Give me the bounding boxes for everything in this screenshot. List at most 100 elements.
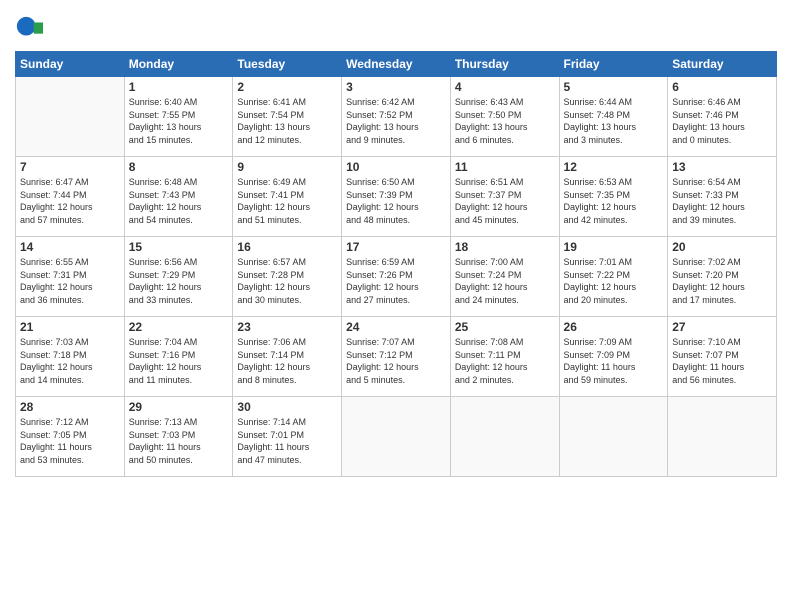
day-content: Sunrise: 6:44 AM Sunset: 7:48 PM Dayligh… xyxy=(564,96,664,146)
day-number: 24 xyxy=(346,320,446,334)
day-number: 27 xyxy=(672,320,772,334)
table-row: 20 Sunrise: 7:02 AM Sunset: 7:20 PM Dayli… xyxy=(668,237,777,317)
table-row: 12Sunrise: 6:53 AM Sunset: 7:35 PM Dayli… xyxy=(559,157,668,237)
day-number: 7 xyxy=(20,160,120,174)
table-row: 13 Sunrise: 6:54 AM Sunset: 7:33 PM Dayli… xyxy=(668,157,777,237)
day-content: Sunrise: 7:10 AM Sunset: 7:07 PM Dayligh… xyxy=(672,336,772,386)
day-content: Sunrise: 6:42 AM Sunset: 7:52 PM Dayligh… xyxy=(346,96,446,146)
day-number: 13 xyxy=(672,160,772,174)
table-row: 3 Sunrise: 6:42 AM Sunset: 7:52 PM Daylig… xyxy=(342,77,451,157)
day-content: Sunrise: 7:06 AM Sunset: 7:14 PM Dayligh… xyxy=(237,336,337,386)
table-row: 27 Sunrise: 7:10 AM Sunset: 7:07 PM Dayli… xyxy=(668,317,777,397)
table-row: 16 Sunrise: 6:57 AM Sunset: 7:28 PM Dayli… xyxy=(233,237,342,317)
col-wednesday: Wednesday xyxy=(342,52,451,77)
day-number: 9 xyxy=(237,160,337,174)
day-number: 17 xyxy=(346,240,446,254)
table-row: 9 Sunrise: 6:49 AM Sunset: 7:41 PM Daylig… xyxy=(233,157,342,237)
day-number: 2 xyxy=(237,80,337,94)
calendar-week-row: 1 Sunrise: 6:40 AM Sunset: 7:55 PM Daylig… xyxy=(16,77,777,157)
table-row: 14Sunrise: 6:55 AM Sunset: 7:31 PM Dayli… xyxy=(16,237,125,317)
day-content: Sunrise: 7:14 AM Sunset: 7:01 PM Dayligh… xyxy=(237,416,337,466)
day-number: 3 xyxy=(346,80,446,94)
table-row xyxy=(450,397,559,477)
calendar-week-row: 7 Sunrise: 6:47 AM Sunset: 7:44 PM Daylig… xyxy=(16,157,777,237)
day-content: Sunrise: 6:48 AM Sunset: 7:43 PM Dayligh… xyxy=(129,176,229,226)
table-row: 10 Sunrise: 6:50 AM Sunset: 7:39 PM Dayli… xyxy=(342,157,451,237)
day-number: 6 xyxy=(672,80,772,94)
day-content: Sunrise: 6:54 AM Sunset: 7:33 PM Dayligh… xyxy=(672,176,772,226)
day-number: 10 xyxy=(346,160,446,174)
col-monday: Monday xyxy=(124,52,233,77)
calendar-week-row: 28 Sunrise: 7:12 AM Sunset: 7:05 PM Dayli… xyxy=(16,397,777,477)
table-row: 8Sunrise: 6:48 AM Sunset: 7:43 PM Daylig… xyxy=(124,157,233,237)
calendar-header-row: Sunday Monday Tuesday Wednesday Thursday… xyxy=(16,52,777,77)
day-number: 18 xyxy=(455,240,555,254)
day-number: 22 xyxy=(129,320,229,334)
day-content: Sunrise: 7:03 AM Sunset: 7:18 PM Dayligh… xyxy=(20,336,120,386)
day-number: 11 xyxy=(455,160,555,174)
day-content: Sunrise: 7:08 AM Sunset: 7:11 PM Dayligh… xyxy=(455,336,555,386)
table-row: 23 Sunrise: 7:06 AM Sunset: 7:14 PM Dayli… xyxy=(233,317,342,397)
day-content: Sunrise: 6:56 AM Sunset: 7:29 PM Dayligh… xyxy=(129,256,229,306)
table-row: 26Sunrise: 7:09 AM Sunset: 7:09 PM Dayli… xyxy=(559,317,668,397)
logo-icon xyxy=(15,15,43,43)
day-content: Sunrise: 6:40 AM Sunset: 7:55 PM Dayligh… xyxy=(129,96,229,146)
table-row xyxy=(559,397,668,477)
day-content: Sunrise: 7:09 AM Sunset: 7:09 PM Dayligh… xyxy=(564,336,664,386)
table-row: 2 Sunrise: 6:41 AM Sunset: 7:54 PM Daylig… xyxy=(233,77,342,157)
day-content: Sunrise: 7:02 AM Sunset: 7:20 PM Dayligh… xyxy=(672,256,772,306)
day-number: 29 xyxy=(129,400,229,414)
table-row: 24 Sunrise: 7:07 AM Sunset: 7:12 PM Dayli… xyxy=(342,317,451,397)
col-saturday: Saturday xyxy=(668,52,777,77)
day-number: 19 xyxy=(564,240,664,254)
header xyxy=(15,10,777,43)
day-content: Sunrise: 7:07 AM Sunset: 7:12 PM Dayligh… xyxy=(346,336,446,386)
day-content: Sunrise: 6:51 AM Sunset: 7:37 PM Dayligh… xyxy=(455,176,555,226)
calendar-week-row: 21 Sunrise: 7:03 AM Sunset: 7:18 PM Dayli… xyxy=(16,317,777,397)
table-row: 1 Sunrise: 6:40 AM Sunset: 7:55 PM Daylig… xyxy=(124,77,233,157)
day-number: 15 xyxy=(129,240,229,254)
table-row: 11 Sunrise: 6:51 AM Sunset: 7:37 PM Dayli… xyxy=(450,157,559,237)
calendar-week-row: 14Sunrise: 6:55 AM Sunset: 7:31 PM Dayli… xyxy=(16,237,777,317)
table-row: 21 Sunrise: 7:03 AM Sunset: 7:18 PM Dayli… xyxy=(16,317,125,397)
day-content: Sunrise: 6:46 AM Sunset: 7:46 PM Dayligh… xyxy=(672,96,772,146)
day-number: 30 xyxy=(237,400,337,414)
col-sunday: Sunday xyxy=(16,52,125,77)
day-content: Sunrise: 6:49 AM Sunset: 7:41 PM Dayligh… xyxy=(237,176,337,226)
day-number: 21 xyxy=(20,320,120,334)
table-row: 25 Sunrise: 7:08 AM Sunset: 7:11 PM Dayli… xyxy=(450,317,559,397)
day-content: Sunrise: 7:13 AM Sunset: 7:03 PM Dayligh… xyxy=(129,416,229,466)
table-row: 22Sunrise: 7:04 AM Sunset: 7:16 PM Dayli… xyxy=(124,317,233,397)
day-content: Sunrise: 7:12 AM Sunset: 7:05 PM Dayligh… xyxy=(20,416,120,466)
table-row xyxy=(16,77,125,157)
table-row: 18 Sunrise: 7:00 AM Sunset: 7:24 PM Dayli… xyxy=(450,237,559,317)
table-row: 4 Sunrise: 6:43 AM Sunset: 7:50 PM Daylig… xyxy=(450,77,559,157)
table-row: 30 Sunrise: 7:14 AM Sunset: 7:01 PM Dayli… xyxy=(233,397,342,477)
day-content: Sunrise: 6:50 AM Sunset: 7:39 PM Dayligh… xyxy=(346,176,446,226)
day-content: Sunrise: 7:00 AM Sunset: 7:24 PM Dayligh… xyxy=(455,256,555,306)
col-tuesday: Tuesday xyxy=(233,52,342,77)
table-row: 6 Sunrise: 6:46 AM Sunset: 7:46 PM Daylig… xyxy=(668,77,777,157)
day-content: Sunrise: 6:41 AM Sunset: 7:54 PM Dayligh… xyxy=(237,96,337,146)
day-number: 5 xyxy=(564,80,664,94)
table-row xyxy=(342,397,451,477)
table-row: 28 Sunrise: 7:12 AM Sunset: 7:05 PM Dayli… xyxy=(16,397,125,477)
day-number: 28 xyxy=(20,400,120,414)
day-number: 12 xyxy=(564,160,664,174)
table-row: 29 Sunrise: 7:13 AM Sunset: 7:03 PM Dayli… xyxy=(124,397,233,477)
day-number: 25 xyxy=(455,320,555,334)
day-content: Sunrise: 6:55 AM Sunset: 7:31 PM Dayligh… xyxy=(20,256,120,306)
day-number: 16 xyxy=(237,240,337,254)
day-content: Sunrise: 6:47 AM Sunset: 7:44 PM Dayligh… xyxy=(20,176,120,226)
page: Sunday Monday Tuesday Wednesday Thursday… xyxy=(0,0,792,612)
table-row: 17Sunrise: 6:59 AM Sunset: 7:26 PM Dayli… xyxy=(342,237,451,317)
day-content: Sunrise: 6:43 AM Sunset: 7:50 PM Dayligh… xyxy=(455,96,555,146)
day-number: 20 xyxy=(672,240,772,254)
day-number: 23 xyxy=(237,320,337,334)
day-number: 1 xyxy=(129,80,229,94)
table-row xyxy=(668,397,777,477)
day-number: 4 xyxy=(455,80,555,94)
day-content: Sunrise: 6:57 AM Sunset: 7:28 PM Dayligh… xyxy=(237,256,337,306)
table-row: 15 Sunrise: 6:56 AM Sunset: 7:29 PM Dayli… xyxy=(124,237,233,317)
table-row: 7 Sunrise: 6:47 AM Sunset: 7:44 PM Daylig… xyxy=(16,157,125,237)
